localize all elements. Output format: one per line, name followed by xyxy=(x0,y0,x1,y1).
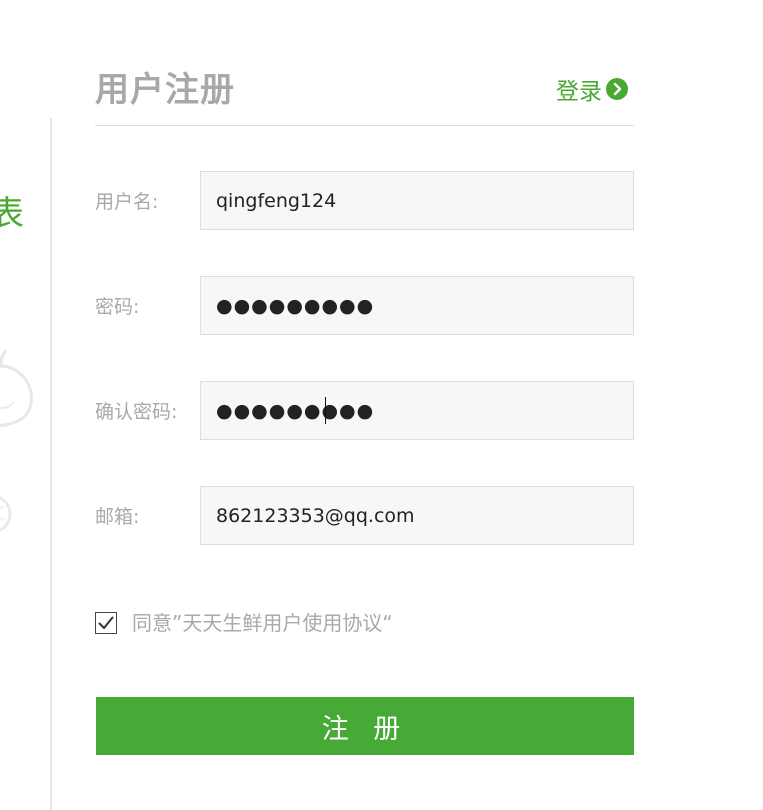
register-page: 表 用户注册 登录 用户名: 密码: 确认密码: 邮箱: 同意”天天生 xyxy=(0,0,763,810)
text-caret xyxy=(325,397,326,424)
header-divider xyxy=(95,125,634,126)
login-link[interactable]: 登录 xyxy=(556,74,629,105)
confirm-password-label: 确认密码: xyxy=(95,401,178,423)
agreement-row: 同意”天天生鲜用户使用协议“ xyxy=(95,610,393,636)
username-input[interactable] xyxy=(200,171,634,230)
email-input[interactable] xyxy=(200,486,634,545)
agreement-text: 同意”天天生鲜用户使用协议“ xyxy=(132,611,393,635)
eggplant-outline-icon xyxy=(0,349,33,427)
checkmark-icon xyxy=(98,616,114,629)
email-label: 邮箱: xyxy=(95,506,140,528)
fruit-outline-icon xyxy=(0,496,12,532)
username-label: 用户名: xyxy=(95,191,159,213)
agreement-checkbox[interactable] xyxy=(95,612,117,634)
register-submit-button[interactable]: 注 册 xyxy=(96,697,634,755)
page-title: 用户注册 xyxy=(95,70,235,110)
password-input[interactable] xyxy=(200,276,634,335)
left-green-glyph: 表 xyxy=(0,194,24,234)
chevron-right-circle-icon xyxy=(606,78,628,100)
confirm-password-input[interactable] xyxy=(200,381,634,440)
password-label: 密码: xyxy=(95,296,140,318)
login-link-label: 登录 xyxy=(556,79,602,105)
left-divider xyxy=(50,118,52,810)
